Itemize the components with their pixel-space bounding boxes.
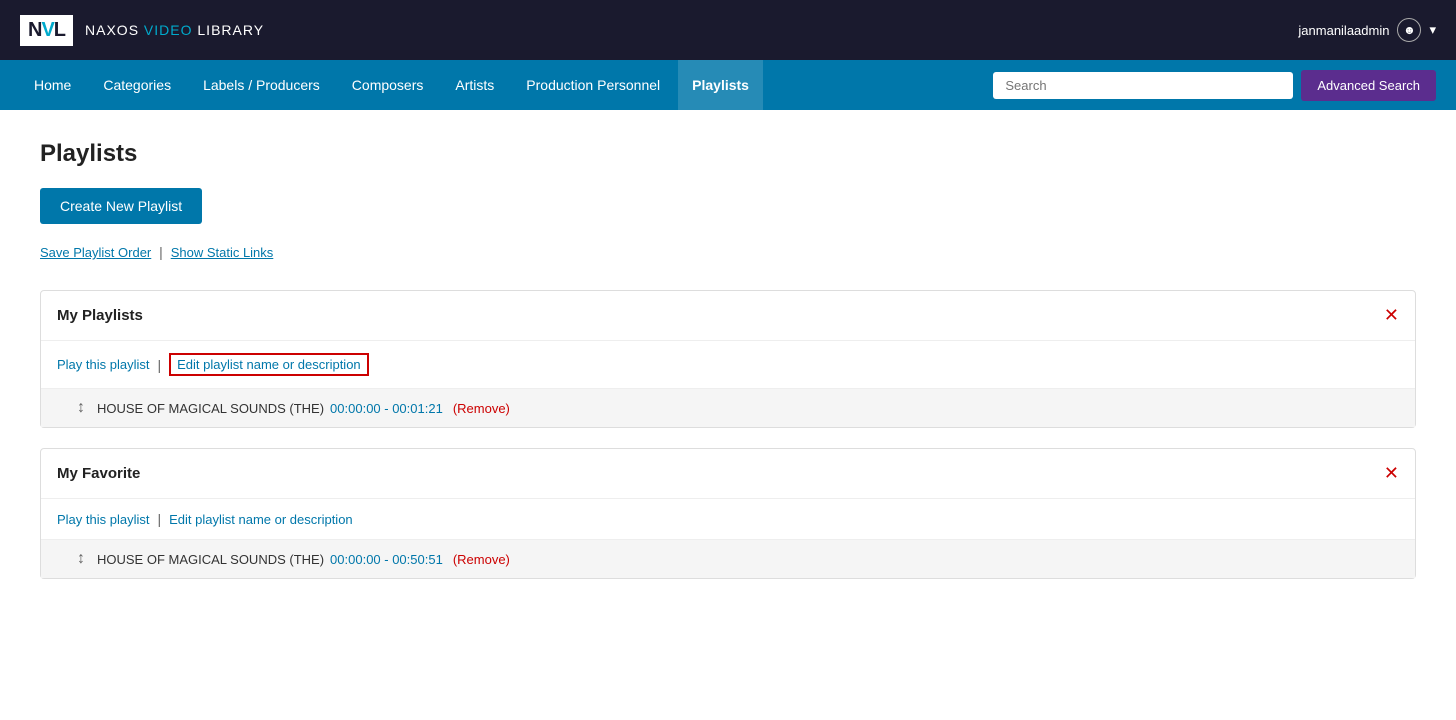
user-icon[interactable]: ☻ bbox=[1397, 18, 1421, 42]
track-remove-2-1[interactable]: (Remove) bbox=[453, 552, 510, 567]
playlist-name-2: My Favorite bbox=[57, 465, 140, 482]
track-time-2-1[interactable]: 00:00:00 - 00:50:51 bbox=[330, 552, 443, 567]
playlist-name-1: My Playlists bbox=[57, 307, 143, 324]
delete-playlist-1-icon[interactable]: ✕ bbox=[1384, 305, 1399, 326]
edit-playlist-1-link[interactable]: Edit playlist name or description bbox=[169, 353, 369, 376]
edit-playlist-2-link[interactable]: Edit playlist name or description bbox=[169, 512, 353, 527]
play-playlist-2-link[interactable]: Play this playlist bbox=[57, 512, 149, 527]
play-playlist-1-link[interactable]: Play this playlist bbox=[57, 357, 149, 372]
playlist-card-my-playlists: My Playlists ✕ Play this playlist | Edit… bbox=[40, 290, 1416, 428]
nav-search-area: Advanced Search bbox=[993, 70, 1436, 101]
username-label: janmanilaadmin bbox=[1298, 23, 1389, 38]
logo: NVL bbox=[20, 15, 73, 46]
nav-production-personnel[interactable]: Production Personnel bbox=[512, 60, 674, 110]
main-content: Playlists Create New Playlist Save Playl… bbox=[0, 110, 1456, 720]
show-static-links-link[interactable]: Show Static Links bbox=[171, 245, 274, 260]
action-separator-1: | bbox=[157, 357, 161, 373]
create-new-playlist-button[interactable]: Create New Playlist bbox=[40, 188, 202, 224]
playlist-links: Save Playlist Order | Show Static Links bbox=[40, 244, 1416, 260]
nav-labels-producers[interactable]: Labels / Producers bbox=[189, 60, 334, 110]
save-playlist-order-link[interactable]: Save Playlist Order bbox=[40, 245, 151, 260]
user-chevron[interactable]: ▾ bbox=[1429, 22, 1436, 38]
nav-playlists[interactable]: Playlists bbox=[678, 60, 763, 110]
top-bar: NVL NAXOS VIDEO LIBRARY janmanilaadmin ☻… bbox=[0, 0, 1456, 60]
advanced-search-button[interactable]: Advanced Search bbox=[1301, 70, 1436, 101]
nav-composers[interactable]: Composers bbox=[338, 60, 438, 110]
nav-artists[interactable]: Artists bbox=[441, 60, 508, 110]
drag-handle-2-1[interactable]: ↕ bbox=[77, 550, 85, 568]
search-input[interactable] bbox=[993, 72, 1293, 99]
track-title-1-1: HOUSE OF MAGICAL SOUNDS (THE) bbox=[97, 401, 324, 416]
playlist-actions-2: Play this playlist | Edit playlist name … bbox=[41, 499, 1415, 539]
logo-area: NVL NAXOS VIDEO LIBRARY bbox=[20, 15, 264, 46]
drag-handle-1-1[interactable]: ↕ bbox=[77, 399, 85, 417]
nav-categories[interactable]: Categories bbox=[89, 60, 185, 110]
track-title-2-1: HOUSE OF MAGICAL SOUNDS (THE) bbox=[97, 552, 324, 567]
link-separator: | bbox=[159, 244, 167, 260]
site-name: NAXOS VIDEO LIBRARY bbox=[85, 22, 264, 38]
track-row-1-1: ↕ HOUSE OF MAGICAL SOUNDS (THE) 00:00:00… bbox=[41, 388, 1415, 427]
playlist-card-my-favorite: My Favorite ✕ Play this playlist | Edit … bbox=[40, 448, 1416, 579]
playlist-actions-1: Play this playlist | Edit playlist name … bbox=[41, 341, 1415, 388]
track-time-1-1[interactable]: 00:00:00 - 00:01:21 bbox=[330, 401, 443, 416]
track-row-2-1: ↕ HOUSE OF MAGICAL SOUNDS (THE) 00:00:00… bbox=[41, 539, 1415, 578]
track-remove-1-1[interactable]: (Remove) bbox=[453, 401, 510, 416]
action-separator-2: | bbox=[157, 511, 161, 527]
delete-playlist-2-icon[interactable]: ✕ bbox=[1384, 463, 1399, 484]
playlist-card-header-1: My Playlists ✕ bbox=[41, 291, 1415, 341]
playlist-card-header-2: My Favorite ✕ bbox=[41, 449, 1415, 499]
nav-home[interactable]: Home bbox=[20, 60, 85, 110]
page-title: Playlists bbox=[40, 140, 1416, 168]
nav-bar: Home Categories Labels / Producers Compo… bbox=[0, 60, 1456, 110]
user-area: janmanilaadmin ☻ ▾ bbox=[1298, 18, 1436, 42]
